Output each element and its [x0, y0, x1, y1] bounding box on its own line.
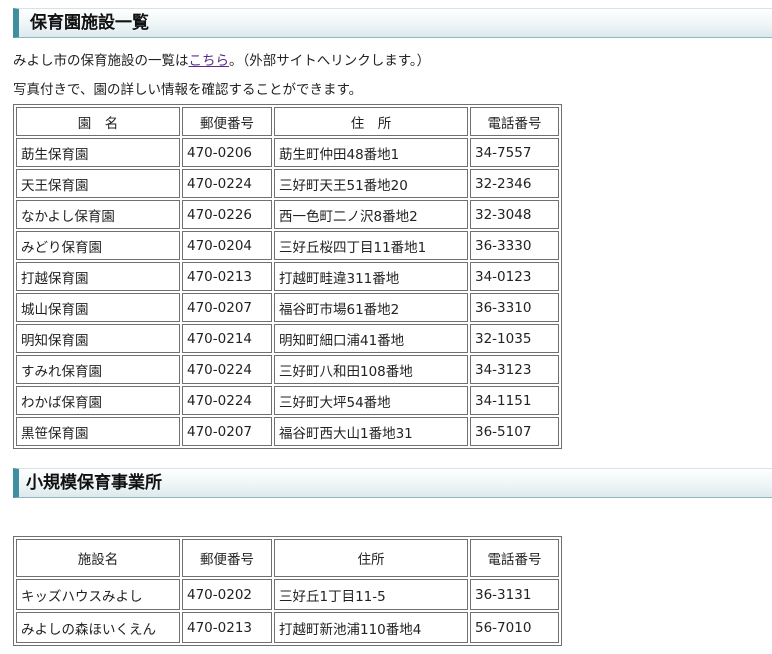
table-row: 城山保育園 470-0207 福谷町市場61番地2 36-3310 — [16, 293, 559, 322]
cell-phone: 32-1035 — [470, 324, 559, 353]
table-header-row: 施設名 郵便番号 住所 電話番号 — [16, 539, 559, 577]
cell-phone: 36-3330 — [470, 231, 559, 260]
table-row: すみれ保育園 470-0224 三好町八和田108番地 34-3123 — [16, 355, 559, 384]
cell-address: 福谷町市場61番地2 — [274, 293, 468, 322]
cell-name: わかば保育園 — [16, 386, 180, 415]
cell-address: 福谷町西大山1番地31 — [274, 417, 468, 446]
cell-phone: 34-1151 — [470, 386, 559, 415]
header-name: 施設名 — [16, 539, 180, 577]
cell-address: 明知町細口浦41番地 — [274, 324, 468, 353]
cell-postal: 470-0206 — [182, 138, 272, 167]
cell-address: 三好丘桜四丁目11番地1 — [274, 231, 468, 260]
table-row: キッズハウスみよし 470-0202 三好丘1丁目11-5 36-3131 — [16, 579, 559, 610]
cell-name: すみれ保育園 — [16, 355, 180, 384]
cell-address: 西一色町二ノ沢8番地2 — [274, 200, 468, 229]
external-list-link[interactable]: こちら — [189, 53, 230, 69]
cell-address: 三好町八和田108番地 — [274, 355, 468, 384]
cell-postal: 470-0204 — [182, 231, 272, 260]
cell-phone: 34-3123 — [470, 355, 559, 384]
table-row: なかよし保育園 470-0226 西一色町二ノ沢8番地2 32-3048 — [16, 200, 559, 229]
cell-address: 打越町新池浦110番地4 — [274, 612, 468, 643]
table-row: 天王保育園 470-0224 三好町天王51番地20 32-2346 — [16, 169, 559, 198]
table-header-row: 園 名 郵便番号 住 所 電話番号 — [16, 107, 559, 136]
cell-name: 城山保育園 — [16, 293, 180, 322]
header-phone: 電話番号 — [470, 539, 559, 577]
small-facility-table: 施設名 郵便番号 住所 電話番号 キッズハウスみよし 470-0202 三好丘1丁目… — [13, 536, 562, 646]
intro-text-after-link: 。（外部サイトへリンクします。） — [229, 53, 431, 69]
nursery-table: 園 名 郵便番号 住 所 電話番号 莇生保育園 470-0206 莇生町仲田48番地… — [13, 104, 562, 449]
cell-postal: 470-0224 — [182, 169, 272, 198]
intro-text: みよし市の保育施設の一覧はこちら。（外部サイトへリンクします。） — [13, 49, 430, 69]
cell-name: キッズハウスみよし — [16, 579, 180, 610]
table-row: 打越保育園 470-0213 打越町畦違311番地 34-0123 — [16, 262, 559, 291]
cell-postal: 470-0207 — [182, 293, 272, 322]
cell-name: みよしの森ほいくえん — [16, 612, 180, 643]
cell-address: 莇生町仲田48番地1 — [274, 138, 468, 167]
cell-phone: 32-3048 — [470, 200, 559, 229]
table-row: 黒笹保育園 470-0207 福谷町西大山1番地31 36-5107 — [16, 417, 559, 446]
cell-postal: 470-0224 — [182, 355, 272, 384]
cell-address: 三好丘1丁目11-5 — [274, 579, 468, 610]
cell-phone: 36-3310 — [470, 293, 559, 322]
cell-postal: 470-0213 — [182, 262, 272, 291]
cell-postal: 470-0207 — [182, 417, 272, 446]
cell-postal: 470-0202 — [182, 579, 272, 610]
header-name: 園 名 — [16, 107, 180, 136]
table-row: 莇生保育園 470-0206 莇生町仲田48番地1 34-7557 — [16, 138, 559, 167]
header-phone: 電話番号 — [470, 107, 559, 136]
cell-phone: 56-7010 — [470, 612, 559, 643]
cell-phone: 36-3131 — [470, 579, 559, 610]
cell-phone: 34-0123 — [470, 262, 559, 291]
intro-text-line2: 写真付きで、園の詳しい情報を確認することができます。 — [13, 82, 363, 98]
header-address: 住 所 — [274, 107, 468, 136]
cell-phone: 34-7557 — [470, 138, 559, 167]
section-heading-nursery-list: 保育園施設一覧 — [13, 8, 772, 38]
cell-postal: 470-0224 — [182, 386, 272, 415]
intro-text-before-link: みよし市の保育施設の一覧は — [13, 53, 189, 69]
table-row: わかば保育園 470-0224 三好町大坪54番地 34-1151 — [16, 386, 559, 415]
cell-phone: 36-5107 — [470, 417, 559, 446]
cell-postal: 470-0226 — [182, 200, 272, 229]
cell-name: みどり保育園 — [16, 231, 180, 260]
cell-name: 打越保育園 — [16, 262, 180, 291]
cell-name: なかよし保育園 — [16, 200, 180, 229]
cell-address: 三好町天王51番地20 — [274, 169, 468, 198]
table-row: みどり保育園 470-0204 三好丘桜四丁目11番地1 36-3330 — [16, 231, 559, 260]
cell-postal: 470-0213 — [182, 612, 272, 643]
cell-address: 三好町大坪54番地 — [274, 386, 468, 415]
section-heading-small-facilities: 小規模保育事業所 — [13, 468, 772, 498]
cell-phone: 32-2346 — [470, 169, 559, 198]
cell-name: 明知保育園 — [16, 324, 180, 353]
cell-address: 打越町畦違311番地 — [274, 262, 468, 291]
header-postal: 郵便番号 — [182, 539, 272, 577]
cell-postal: 470-0214 — [182, 324, 272, 353]
table-row: 明知保育園 470-0214 明知町細口浦41番地 32-1035 — [16, 324, 559, 353]
cell-name: 天王保育園 — [16, 169, 180, 198]
table-row: みよしの森ほいくえん 470-0213 打越町新池浦110番地4 56-7010 — [16, 612, 559, 643]
cell-name: 黒笹保育園 — [16, 417, 180, 446]
header-address: 住所 — [274, 539, 468, 577]
header-postal: 郵便番号 — [182, 107, 272, 136]
cell-name: 莇生保育園 — [16, 138, 180, 167]
